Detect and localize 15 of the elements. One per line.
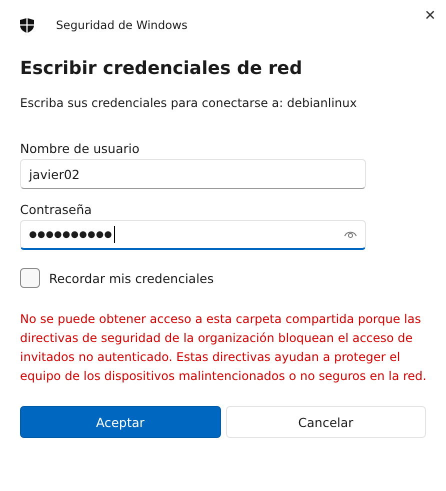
eye-icon[interactable] [344, 230, 357, 239]
dialog-heading: Escribir credenciales de red [20, 58, 304, 79]
checkbox-label: Recordar mis credenciales [49, 270, 214, 286]
error-message: No se puede obtener acceso a esta carpeta compartida porque las directivas de seguridad de la organización bloquean el acceso de invitados no autenticado. Estas directivas ayudan a proteger el equipo de los dispositivos malintencionados o no seguros en la red. [20, 311, 428, 385]
remember-checkbox[interactable] [20, 268, 40, 288]
username-field[interactable]: javier02 [20, 159, 366, 189]
field-label: Nombre de usuario [20, 141, 141, 156]
window-title: Seguridad de Windows [56, 18, 188, 32]
field-label: Contraseña [20, 202, 93, 217]
cancel-button[interactable]: Cancelar [226, 406, 426, 438]
accept-button[interactable]: Aceptar [20, 406, 220, 438]
shield-icon [20, 18, 34, 32]
dialog-subtitle: Escriba sus credenciales para conectarse a: debianlinux [20, 96, 358, 110]
close-button[interactable]: ✕ [420, 6, 440, 26]
password-field[interactable]: ●●●●●●●●●● [20, 220, 366, 250]
